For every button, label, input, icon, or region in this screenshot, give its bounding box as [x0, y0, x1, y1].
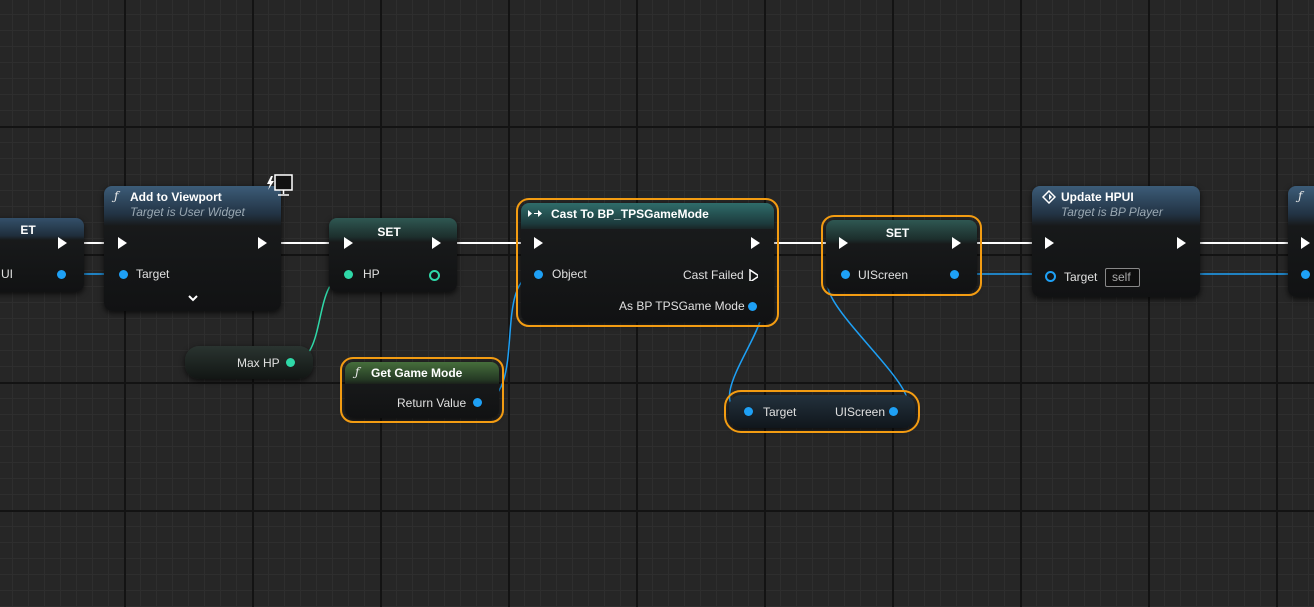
hp-output-pin[interactable]	[429, 270, 440, 281]
target-self-field[interactable]: self	[1105, 268, 1140, 287]
get-uiscreen-node[interactable]: Target UIScreen	[724, 390, 920, 433]
max-hp-getter-node[interactable]: Max HP	[185, 346, 313, 379]
add-to-viewport-subtitle: Target is User Widget	[130, 205, 245, 219]
max-hp-output-pin[interactable]	[286, 358, 295, 367]
target-label: Target	[136, 267, 170, 281]
exec-out-pin[interactable]	[432, 237, 441, 249]
add-to-viewport-node[interactable]: ƒ Add to Viewport Target is User Widget …	[104, 186, 281, 311]
exec-in-pin[interactable]	[1301, 237, 1310, 249]
set-uiscreen-node[interactable]: SET UIScreen	[821, 215, 982, 296]
uiscreen-output-pin[interactable]	[889, 407, 898, 416]
add-to-viewport-title: Add to Viewport	[130, 190, 222, 204]
target-label: Target	[1064, 270, 1098, 284]
exec-out-pin[interactable]	[58, 237, 67, 249]
return-value-label: Return Value	[397, 396, 467, 410]
function-icon: ƒ	[114, 189, 119, 203]
target-input-pin[interactable]	[119, 270, 128, 279]
target-input-pin[interactable]	[744, 407, 753, 416]
exec-in-pin[interactable]	[344, 237, 353, 249]
get-game-mode-title: Get Game Mode	[371, 366, 463, 380]
object-label: Object	[552, 267, 587, 281]
max-hp-label: Max HP	[237, 356, 280, 370]
uiscreen-output-label: UIScreen	[835, 405, 886, 419]
hp-input-pin[interactable]	[344, 270, 353, 279]
chevron-down-icon[interactable]	[188, 295, 198, 302]
target-input-pin[interactable]	[1045, 271, 1056, 282]
add-to-viewport-header: ƒ Add to Viewport Target is User Widget	[104, 186, 281, 226]
update-hpui-node[interactable]: Update HPUI Target is BP Player Target s…	[1032, 186, 1200, 297]
uiscreen-input-pin[interactable]	[841, 270, 850, 279]
cast-to-bp-tpsgamemode-node[interactable]: Cast To BP_TPSGameMode Object Cast Faile…	[516, 198, 779, 327]
monitor-icon	[267, 174, 293, 196]
cast-icon	[528, 210, 542, 217]
function-icon: ƒ	[355, 365, 360, 379]
target-input-pin[interactable]	[1301, 270, 1310, 279]
update-hpui-subtitle: Target is BP Player	[1061, 205, 1163, 219]
get-game-mode-header: ƒ Get Game Mode	[345, 362, 499, 384]
exec-in-pin[interactable]	[1045, 237, 1054, 249]
update-hpui-title: Update HPUI	[1061, 190, 1134, 204]
as-bp-tpsgame-mode-output-pin[interactable]	[748, 302, 757, 311]
uiscreen-output-pin[interactable]	[950, 270, 959, 279]
update-hpui-header: Update HPUI Target is BP Player	[1032, 186, 1200, 226]
partial-node-pin-label: UI	[1, 267, 13, 281]
target-label: Target	[763, 405, 797, 419]
as-bp-tpsgame-mode-label: As BP TPSGame Mode	[619, 299, 745, 313]
partial-right-node[interactable]: ƒ	[1288, 186, 1314, 297]
set-hp-node[interactable]: SET HP	[329, 218, 457, 292]
exec-out-pin[interactable]	[1177, 237, 1186, 249]
hp-label: HP	[363, 267, 380, 281]
exec-in-pin[interactable]	[839, 237, 848, 249]
partial-right-header: ƒ	[1288, 186, 1314, 226]
ui-output-pin[interactable]	[57, 270, 66, 279]
get-game-mode-node[interactable]: ƒ Get Game Mode Return Value	[340, 357, 504, 423]
cast-failed-label: Cast Failed	[683, 268, 744, 282]
return-value-output-pin[interactable]	[473, 398, 482, 407]
exec-in-pin[interactable]	[118, 237, 127, 249]
cast-failed-exec-pin[interactable]	[749, 269, 758, 281]
function-icon: ƒ	[1298, 189, 1303, 203]
object-input-pin[interactable]	[534, 270, 543, 279]
event-diamond-icon	[1042, 190, 1056, 204]
cast-header: Cast To BP_TPSGameMode	[521, 203, 774, 229]
uiscreen-label: UIScreen	[858, 268, 909, 282]
exec-out-pin[interactable]	[952, 237, 961, 249]
partial-node-header: ET	[0, 218, 84, 240]
exec-out-pin[interactable]	[258, 237, 267, 249]
exec-in-pin[interactable]	[534, 237, 543, 249]
cast-title: Cast To BP_TPSGameMode	[551, 207, 709, 221]
partial-set-node[interactable]: ET UI	[0, 218, 84, 292]
exec-out-pin[interactable]	[751, 237, 760, 249]
